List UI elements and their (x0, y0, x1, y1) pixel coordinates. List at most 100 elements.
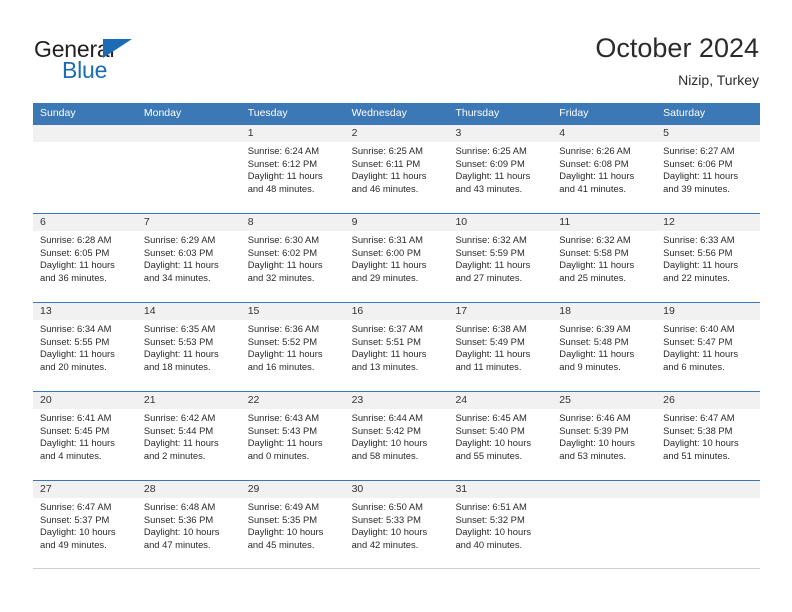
calendar-day-cell-empty (552, 481, 657, 568)
location-subtitle: Nizip, Turkey (678, 72, 759, 88)
calendar-day-cell[interactable]: 2 Sunrise: 6:25 AM Sunset: 6:11 PM Daylight… (344, 125, 449, 213)
daylight-text: Daylight: 11 hours and 13 minutes. (351, 348, 427, 372)
daylight-text: Daylight: 11 hours and 0 minutes. (247, 437, 323, 461)
calendar-day-cell[interactable]: 29 Sunrise: 6:49 AM Sunset: 5:35 PM Dayligh… (240, 481, 345, 568)
daylight-text: Daylight: 10 hours and 51 minutes. (663, 437, 739, 461)
sunset-text: Sunset: 5:40 PM (455, 424, 525, 436)
day-number: 3 (448, 125, 553, 142)
sunrise-text: Sunrise: 6:30 AM (247, 234, 320, 245)
daylight-text: Daylight: 10 hours and 47 minutes. (143, 526, 220, 550)
sunrise-text: Sunrise: 6:48 AM (143, 501, 216, 512)
calendar-week-row: 13 Sunrise: 6:34 AM Sunset: 5:55 PM Dayligh… (33, 302, 761, 391)
day-details: Sunrise: 6:32 AM Sunset: 5:59 PM Daylight:… (448, 231, 552, 284)
calendar-day-cell[interactable]: 12 Sunrise: 6:33 AM Sunset: 5:56 PM Dayligh… (656, 214, 761, 302)
sunrise-text: Sunrise: 6:35 AM (143, 323, 216, 334)
calendar-day-cell[interactable]: 27 Sunrise: 6:47 AM Sunset: 5:37 PM Dayligh… (33, 481, 137, 568)
calendar-day-cell[interactable]: 31 Sunrise: 6:51 AM Sunset: 5:32 PM Dayligh… (448, 481, 553, 568)
calendar-day-cell[interactable]: 19 Sunrise: 6:40 AM Sunset: 5:47 PM Dayligh… (656, 303, 761, 391)
calendar-day-cell[interactable]: 25 Sunrise: 6:46 AM Sunset: 5:39 PM Dayligh… (552, 392, 657, 480)
calendar-day-cell[interactable]: 16 Sunrise: 6:37 AM Sunset: 5:51 PM Dayligh… (344, 303, 449, 391)
calendar-day-cell-empty (33, 125, 137, 213)
calendar-day-cell[interactable]: 20 Sunrise: 6:41 AM Sunset: 5:45 PM Dayligh… (33, 392, 137, 480)
calendar-day-cell[interactable]: 10 Sunrise: 6:32 AM Sunset: 5:59 PM Dayligh… (448, 214, 553, 302)
sunset-text: Sunset: 6:05 PM (40, 246, 110, 258)
sunset-text: Sunset: 5:48 PM (559, 335, 629, 347)
daylight-text: Daylight: 10 hours and 58 minutes. (351, 437, 428, 461)
calendar-day-cell[interactable]: 7 Sunrise: 6:29 AM Sunset: 6:03 PM Daylight… (136, 214, 241, 302)
day-number: 20 (33, 392, 137, 409)
daylight-text: Daylight: 10 hours and 55 minutes. (455, 437, 532, 461)
calendar-day-cell[interactable]: 11 Sunrise: 6:32 AM Sunset: 5:58 PM Dayligh… (552, 214, 657, 302)
day-number: 26 (656, 392, 761, 409)
calendar-day-cell[interactable]: 1 Sunrise: 6:24 AM Sunset: 6:12 PM Daylight… (240, 125, 345, 213)
calendar-day-cell[interactable]: 17 Sunrise: 6:38 AM Sunset: 5:49 PM Dayligh… (448, 303, 553, 391)
calendar-day-cell[interactable]: 9 Sunrise: 6:31 AM Sunset: 6:00 PM Daylight… (344, 214, 449, 302)
sunrise-text: Sunrise: 6:51 AM (455, 501, 527, 512)
calendar-day-cell[interactable]: 13 Sunrise: 6:34 AM Sunset: 5:55 PM Dayligh… (33, 303, 137, 391)
sunrise-text: Sunrise: 6:40 AM (663, 323, 735, 334)
day-number: 1 (240, 125, 345, 142)
day-details: Sunrise: 6:34 AM Sunset: 5:55 PM Daylight:… (33, 320, 137, 373)
day-number (656, 481, 761, 498)
daylight-text: Daylight: 11 hours and 18 minutes. (143, 348, 219, 372)
daylight-text: Daylight: 10 hours and 40 minutes. (455, 526, 532, 550)
day-details: Sunrise: 6:51 AM Sunset: 5:32 PM Daylight:… (448, 498, 552, 551)
calendar-day-cell[interactable]: 21 Sunrise: 6:42 AM Sunset: 5:44 PM Dayligh… (136, 392, 241, 480)
sunset-text: Sunset: 6:03 PM (143, 246, 214, 258)
sunrise-text: Sunrise: 6:36 AM (247, 323, 320, 334)
day-number: 13 (33, 303, 137, 320)
day-number: 10 (448, 214, 553, 231)
sunset-text: Sunset: 5:53 PM (143, 335, 214, 347)
calendar-day-cell[interactable]: 18 Sunrise: 6:39 AM Sunset: 5:48 PM Dayligh… (552, 303, 657, 391)
calendar-day-cell[interactable]: 23 Sunrise: 6:44 AM Sunset: 5:42 PM Dayligh… (344, 392, 449, 480)
daylight-text: Daylight: 11 hours and 22 minutes. (663, 259, 739, 283)
calendar-week-row: 27 Sunrise: 6:47 AM Sunset: 5:37 PM Dayligh… (33, 480, 761, 569)
sunset-text: Sunset: 5:51 PM (351, 335, 421, 347)
calendar-day-cell[interactable]: 6 Sunrise: 6:28 AM Sunset: 6:05 PM Daylight… (33, 214, 137, 302)
daylight-text: Daylight: 10 hours and 45 minutes. (247, 526, 324, 550)
calendar-day-cell[interactable]: 3 Sunrise: 6:25 AM Sunset: 6:09 PM Daylight… (448, 125, 553, 213)
calendar-week-row: 20 Sunrise: 6:41 AM Sunset: 5:45 PM Dayligh… (33, 391, 761, 480)
calendar-day-cell[interactable]: 22 Sunrise: 6:43 AM Sunset: 5:43 PM Dayligh… (240, 392, 345, 480)
day-number (33, 125, 137, 142)
calendar-day-cell[interactable]: 4 Sunrise: 6:26 AM Sunset: 6:08 PM Daylight… (552, 125, 657, 213)
day-details: Sunrise: 6:33 AM Sunset: 5:56 PM Daylight:… (656, 231, 760, 284)
day-details: Sunrise: 6:27 AM Sunset: 6:06 PM Daylight:… (656, 142, 760, 195)
sunrise-text: Sunrise: 6:42 AM (143, 412, 216, 423)
day-number: 19 (656, 303, 761, 320)
daylight-text: Daylight: 11 hours and 9 minutes. (559, 348, 635, 372)
day-number: 28 (136, 481, 241, 498)
day-number: 4 (552, 125, 657, 142)
sunrise-text: Sunrise: 6:47 AM (663, 412, 735, 423)
calendar-day-cell[interactable]: 8 Sunrise: 6:30 AM Sunset: 6:02 PM Daylight… (240, 214, 345, 302)
calendar-day-cell[interactable]: 24 Sunrise: 6:45 AM Sunset: 5:40 PM Dayligh… (448, 392, 553, 480)
sunset-text: Sunset: 5:38 PM (663, 424, 733, 436)
sunset-text: Sunset: 6:11 PM (351, 157, 421, 169)
day-details: Sunrise: 6:48 AM Sunset: 5:36 PM Daylight:… (137, 498, 241, 551)
sunset-text: Sunset: 6:06 PM (663, 157, 733, 169)
calendar-day-cell[interactable]: 26 Sunrise: 6:47 AM Sunset: 5:38 PM Dayligh… (656, 392, 761, 480)
sunset-text: Sunset: 6:08 PM (559, 157, 629, 169)
sunrise-text: Sunrise: 6:28 AM (40, 234, 112, 245)
weekday-header-monday: Monday (143, 107, 182, 119)
day-number: 11 (552, 214, 657, 231)
sunset-text: Sunset: 6:02 PM (247, 246, 318, 258)
calendar-day-cell[interactable]: 15 Sunrise: 6:36 AM Sunset: 5:52 PM Dayligh… (240, 303, 345, 391)
sunrise-text: Sunrise: 6:41 AM (40, 412, 112, 423)
day-number: 29 (240, 481, 345, 498)
weekday-header-tuesday: Tuesday (247, 107, 288, 119)
calendar-day-cell[interactable]: 5 Sunrise: 6:27 AM Sunset: 6:06 PM Daylight… (656, 125, 761, 213)
daylight-text: Daylight: 11 hours and 32 minutes. (247, 259, 323, 283)
calendar-day-cell[interactable]: 14 Sunrise: 6:35 AM Sunset: 5:53 PM Dayligh… (136, 303, 241, 391)
day-number: 14 (136, 303, 241, 320)
sunrise-text: Sunrise: 6:45 AM (455, 412, 527, 423)
title-block: October 2024 Nizip, Turkey (595, 32, 759, 90)
weekday-header-wednesday: Wednesday (351, 107, 407, 119)
calendar-day-cell[interactable]: 28 Sunrise: 6:48 AM Sunset: 5:36 PM Dayligh… (136, 481, 241, 568)
sunset-text: Sunset: 5:45 PM (40, 424, 110, 436)
calendar-day-cell[interactable]: 30 Sunrise: 6:50 AM Sunset: 5:33 PM Dayligh… (344, 481, 449, 568)
daylight-text: Daylight: 11 hours and 34 minutes. (143, 259, 219, 283)
general-blue-logo[interactable]: General Blue (34, 36, 184, 83)
day-number: 6 (33, 214, 137, 231)
day-number: 24 (448, 392, 553, 409)
